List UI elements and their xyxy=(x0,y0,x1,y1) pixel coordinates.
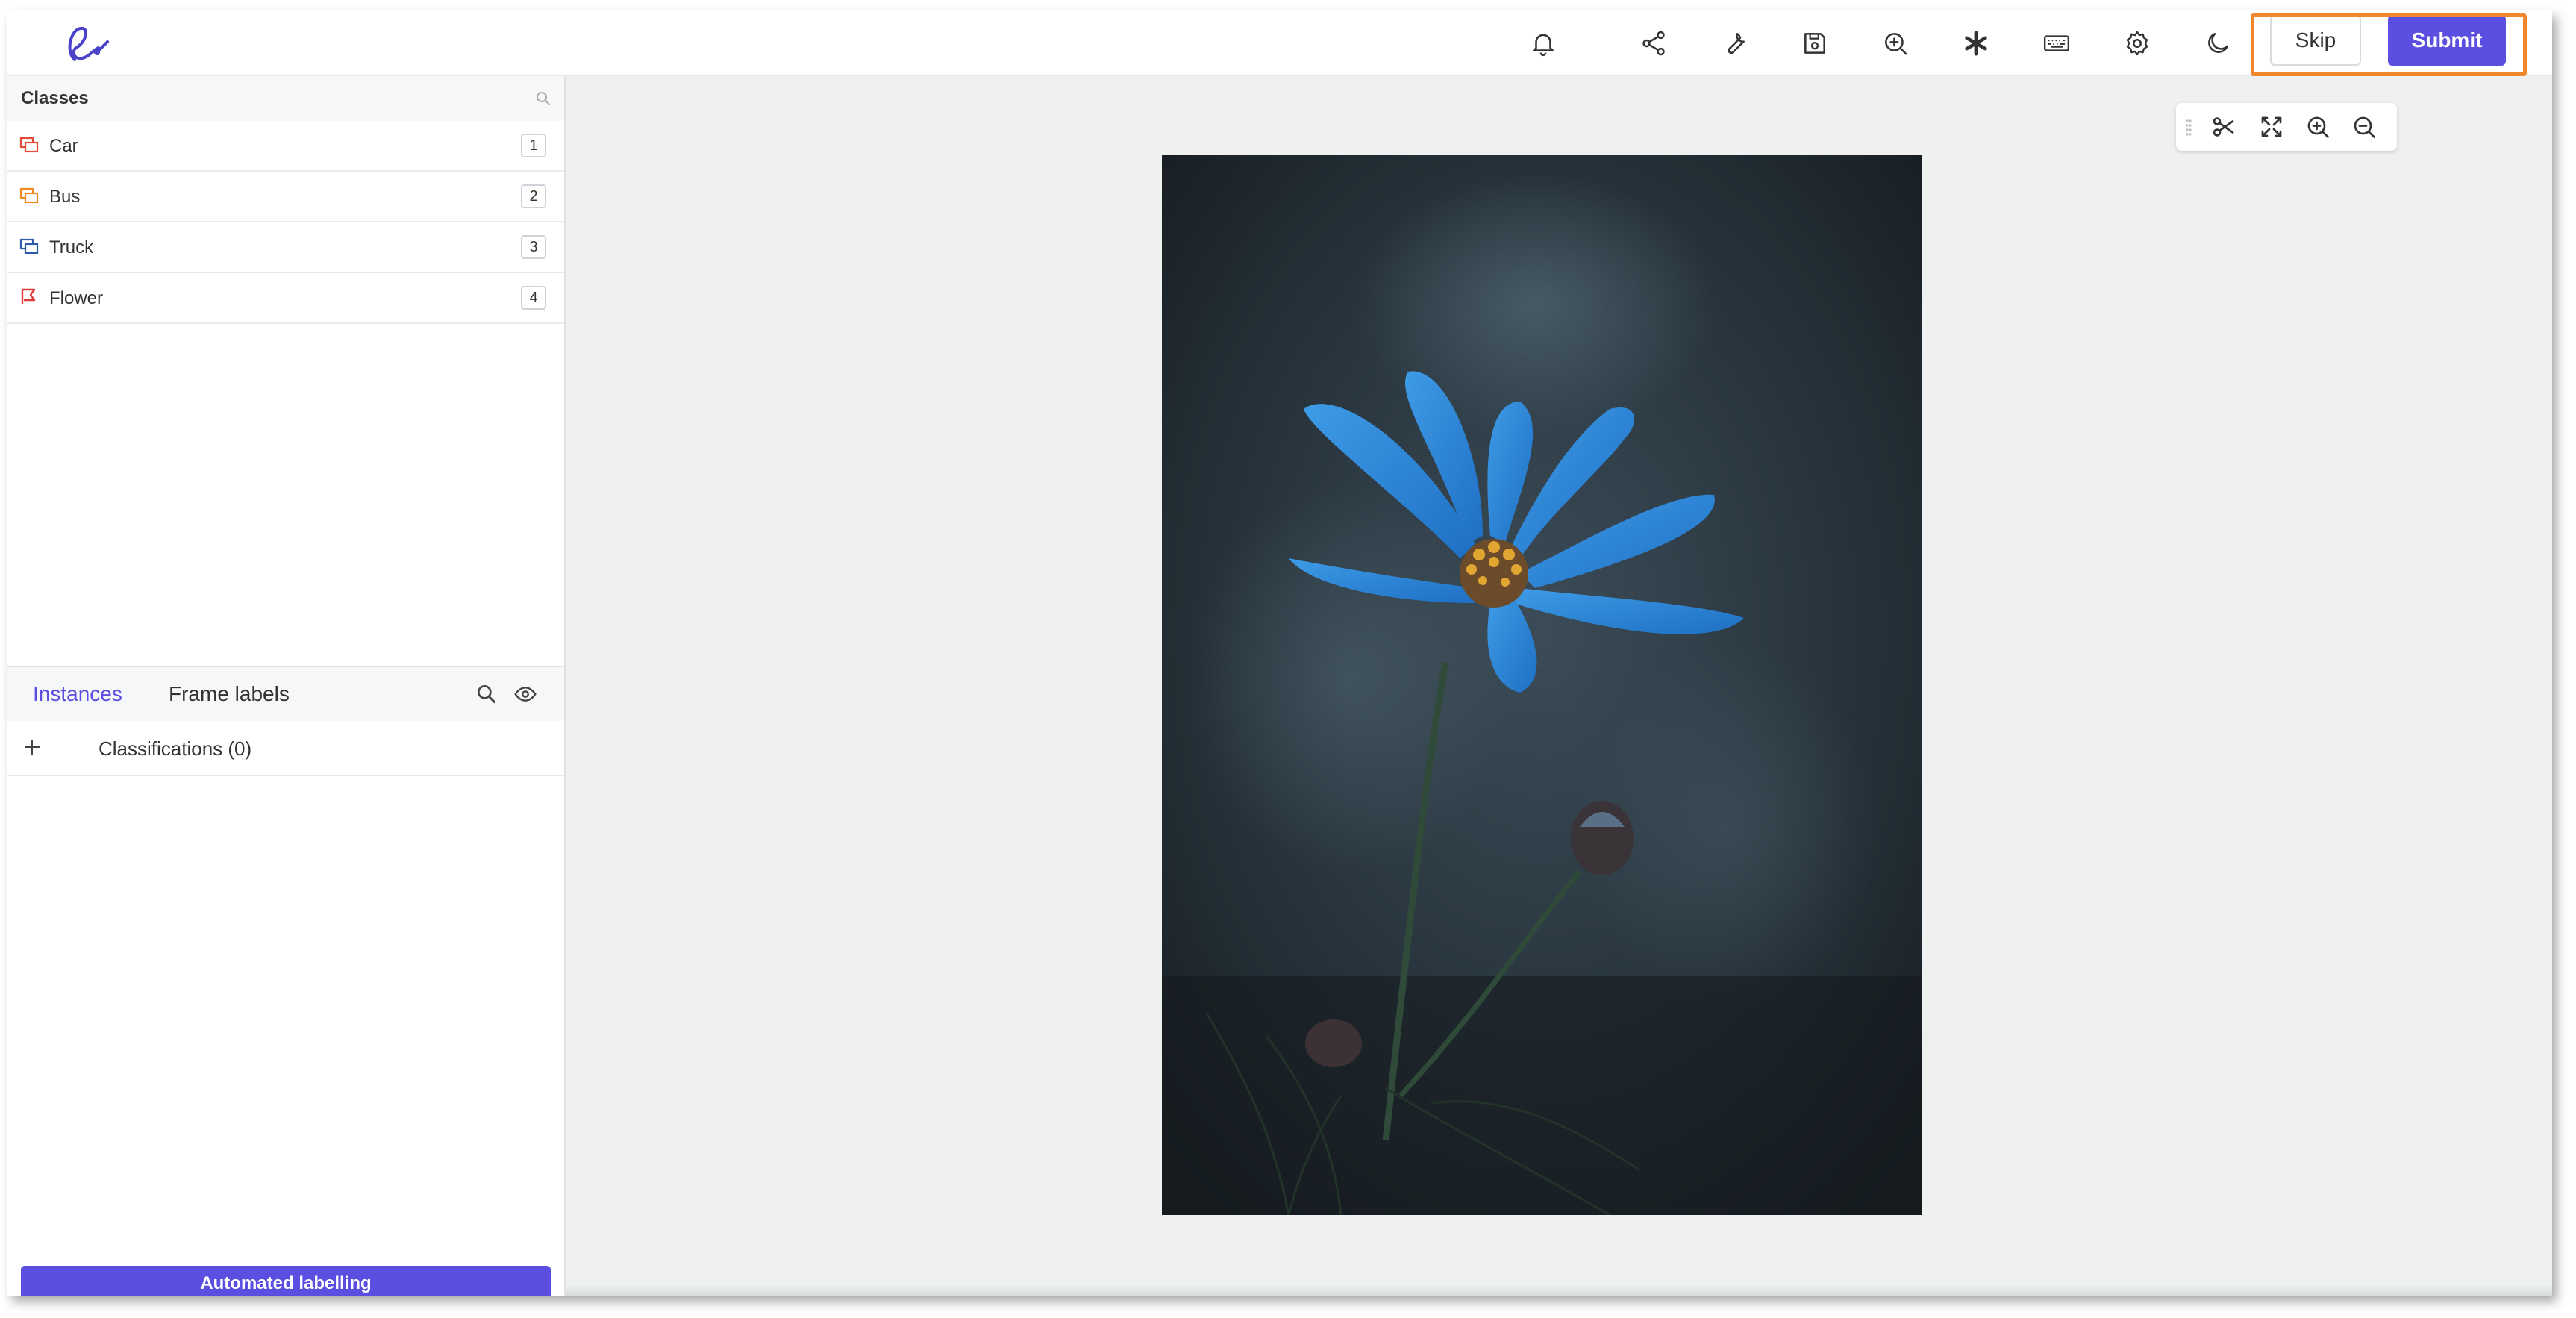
zoom-in-icon[interactable] xyxy=(2304,113,2331,140)
top-bar: Skip Submit xyxy=(7,10,2552,76)
class-item-car[interactable]: Car 1 xyxy=(7,121,564,172)
image-canvas[interactable] xyxy=(566,76,2552,1296)
polygon-class-icon xyxy=(19,187,39,204)
tab-instances[interactable]: Instances xyxy=(33,682,122,706)
flower-image[interactable] xyxy=(1162,155,1922,1215)
instances-tabs: Instances Frame labels xyxy=(7,666,564,722)
class-label: Bus xyxy=(49,187,81,207)
scissors-icon[interactable] xyxy=(2210,113,2237,140)
save-icon[interactable] xyxy=(1797,25,1833,61)
plus-icon[interactable] xyxy=(21,736,43,758)
class-hotkey: 4 xyxy=(521,286,546,310)
canvas-toolbar xyxy=(2176,103,2397,151)
class-hotkey: 1 xyxy=(521,134,546,157)
moon-icon[interactable] xyxy=(2200,25,2236,61)
class-hotkey: 3 xyxy=(521,235,546,259)
search-icon[interactable] xyxy=(534,90,552,107)
bell-icon[interactable] xyxy=(1525,25,1561,61)
submit-button[interactable]: Submit xyxy=(2388,15,2506,66)
classifications-row[interactable]: Classifications (0) xyxy=(7,721,564,776)
share-icon[interactable] xyxy=(1636,25,1672,61)
skip-button[interactable]: Skip xyxy=(2270,15,2361,66)
logo-icon[interactable] xyxy=(60,22,116,67)
left-panel: Classes Car 1 Bus 2 Truck 3 Flower 4 Ins… xyxy=(7,76,566,1296)
zoom-search-icon[interactable] xyxy=(1878,25,1913,61)
zoom-out-icon[interactable] xyxy=(2351,113,2378,140)
drag-handle-icon[interactable] xyxy=(2185,118,2192,137)
class-label: Car xyxy=(49,136,78,156)
canvas-edge xyxy=(566,1285,2552,1296)
class-item-bus[interactable]: Bus 2 xyxy=(7,172,564,222)
classes-title: Classes xyxy=(21,88,89,108)
search-icon[interactable] xyxy=(475,682,498,706)
fit-screen-icon[interactable] xyxy=(2258,113,2285,140)
class-hotkey: 2 xyxy=(521,184,546,208)
wrench-icon[interactable] xyxy=(1716,25,1752,61)
keyboard-icon[interactable] xyxy=(2039,25,2075,61)
class-item-truck[interactable]: Truck 3 xyxy=(7,222,564,273)
asterisk-icon[interactable] xyxy=(1958,25,1994,61)
tab-frame-labels[interactable]: Frame labels xyxy=(169,682,290,706)
polygon-class-icon xyxy=(19,237,39,255)
classifications-label: Classifications (0) xyxy=(99,737,252,760)
gear-icon[interactable] xyxy=(2119,25,2155,61)
classes-header: Classes xyxy=(7,76,564,122)
automated-labelling-button[interactable]: Automated labelling xyxy=(21,1266,551,1296)
class-label: Truck xyxy=(49,237,94,257)
class-label: Flower xyxy=(49,288,104,308)
eye-icon[interactable] xyxy=(513,682,537,706)
app-window: Skip Submit Classes Car 1 Bus 2 Truck 3 … xyxy=(7,10,2552,1296)
class-item-flower[interactable]: Flower 4 xyxy=(7,273,564,324)
polygon-class-icon xyxy=(19,136,39,154)
flag-class-icon xyxy=(19,288,39,306)
